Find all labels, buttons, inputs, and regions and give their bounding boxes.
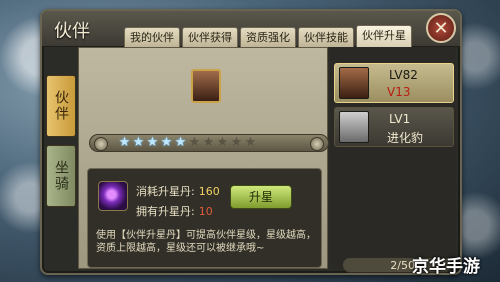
own-row: 拥有升星丹: 10 — [136, 203, 213, 219]
star-rating: ★ ★ ★ ★ ★ ★ ★ ★ ★ ★ — [118, 136, 257, 150]
partner-card-2[interactable]: LV1 进化豹 — [334, 107, 454, 147]
partner-level: LV1 — [389, 112, 411, 126]
tab-bar: 我的伙伴 伙伴获得 资质强化 伙伴技能 伙伴升星 — [124, 25, 412, 47]
side-tab-partner[interactable]: 伙伴 — [46, 75, 76, 137]
own-value: 10 — [198, 205, 213, 218]
star-up-description: 使用【伙伴升星丹】可提高伙伴星级，星级越高，资质上限越高，星级还可以被继承哦~ — [96, 230, 316, 254]
window-title: 伙伴 — [54, 21, 90, 42]
partner-window: 伙伴 我的伙伴 伙伴获得 资质强化 伙伴技能 伙伴升星 ✕ 伙伴 坐骑 ★ ★ ★ ★… — [40, 9, 462, 275]
star-rating-bar: ★ ★ ★ ★ ★ ★ ★ ★ ★ ★ — [89, 134, 329, 152]
partner-avatar — [339, 67, 369, 99]
star-filled-icon: ★ — [132, 135, 145, 150]
star-up-button[interactable]: 升星 — [230, 185, 292, 209]
star-empty-icon: ★ — [244, 135, 257, 150]
tab-partner-skills[interactable]: 伙伴技能 — [298, 27, 354, 47]
star-up-panel: ★ ★ ★ ★ ★ ★ ★ ★ ★ ★ 消耗升星丹: 160 拥有升星丹: 10 升星 使用【伙伴升星… — [78, 47, 329, 269]
partner-portrait — [191, 69, 221, 103]
side-tab-mount[interactable]: 坐骑 — [46, 145, 76, 207]
star-empty-icon: ★ — [230, 135, 243, 150]
cost-row: 消耗升星丹: 160 — [136, 183, 220, 199]
star-empty-icon: ★ — [216, 135, 229, 150]
partner-list: LV82 V13 LV1 进化豹 — [330, 47, 456, 269]
own-label: 拥有升星丹: — [136, 205, 195, 218]
tab-aptitude-enhance[interactable]: 资质强化 — [240, 27, 296, 47]
partner-vip: V13 — [387, 85, 411, 99]
tab-partner-star-up[interactable]: 伙伴升星 — [356, 25, 412, 47]
star-empty-icon: ★ — [202, 135, 215, 150]
tab-partner-acquire[interactable]: 伙伴获得 — [182, 27, 238, 47]
star-filled-icon: ★ — [174, 135, 187, 150]
partner-level: LV82 — [389, 68, 418, 82]
partner-name: 进化豹 — [387, 131, 424, 145]
upgrade-info-box: 消耗升星丹: 160 拥有升星丹: 10 升星 使用【伙伴升星丹】可提高伙伴星级，星… — [87, 168, 322, 268]
title-bar: 伙伴 我的伙伴 伙伴获得 资质强化 伙伴技能 伙伴升星 ✕ — [42, 11, 460, 47]
star-pill-icon — [98, 181, 128, 211]
partner-avatar — [339, 111, 369, 143]
cost-value: 160 — [198, 185, 220, 198]
star-empty-icon: ★ — [188, 135, 201, 150]
star-bar-right-cap — [310, 137, 324, 151]
side-tab-bar: 伙伴 坐骑 — [46, 75, 76, 215]
star-bar-left-cap — [94, 137, 108, 151]
star-filled-icon: ★ — [118, 135, 131, 150]
close-icon[interactable]: ✕ — [426, 13, 456, 43]
watermark-logo: 京华手游 — [412, 257, 480, 277]
tab-my-partners[interactable]: 我的伙伴 — [124, 27, 180, 47]
star-filled-icon: ★ — [146, 135, 159, 150]
star-filled-icon: ★ — [160, 135, 173, 150]
partner-card-1[interactable]: LV82 V13 — [334, 63, 454, 103]
cost-label: 消耗升星丹: — [136, 185, 195, 198]
